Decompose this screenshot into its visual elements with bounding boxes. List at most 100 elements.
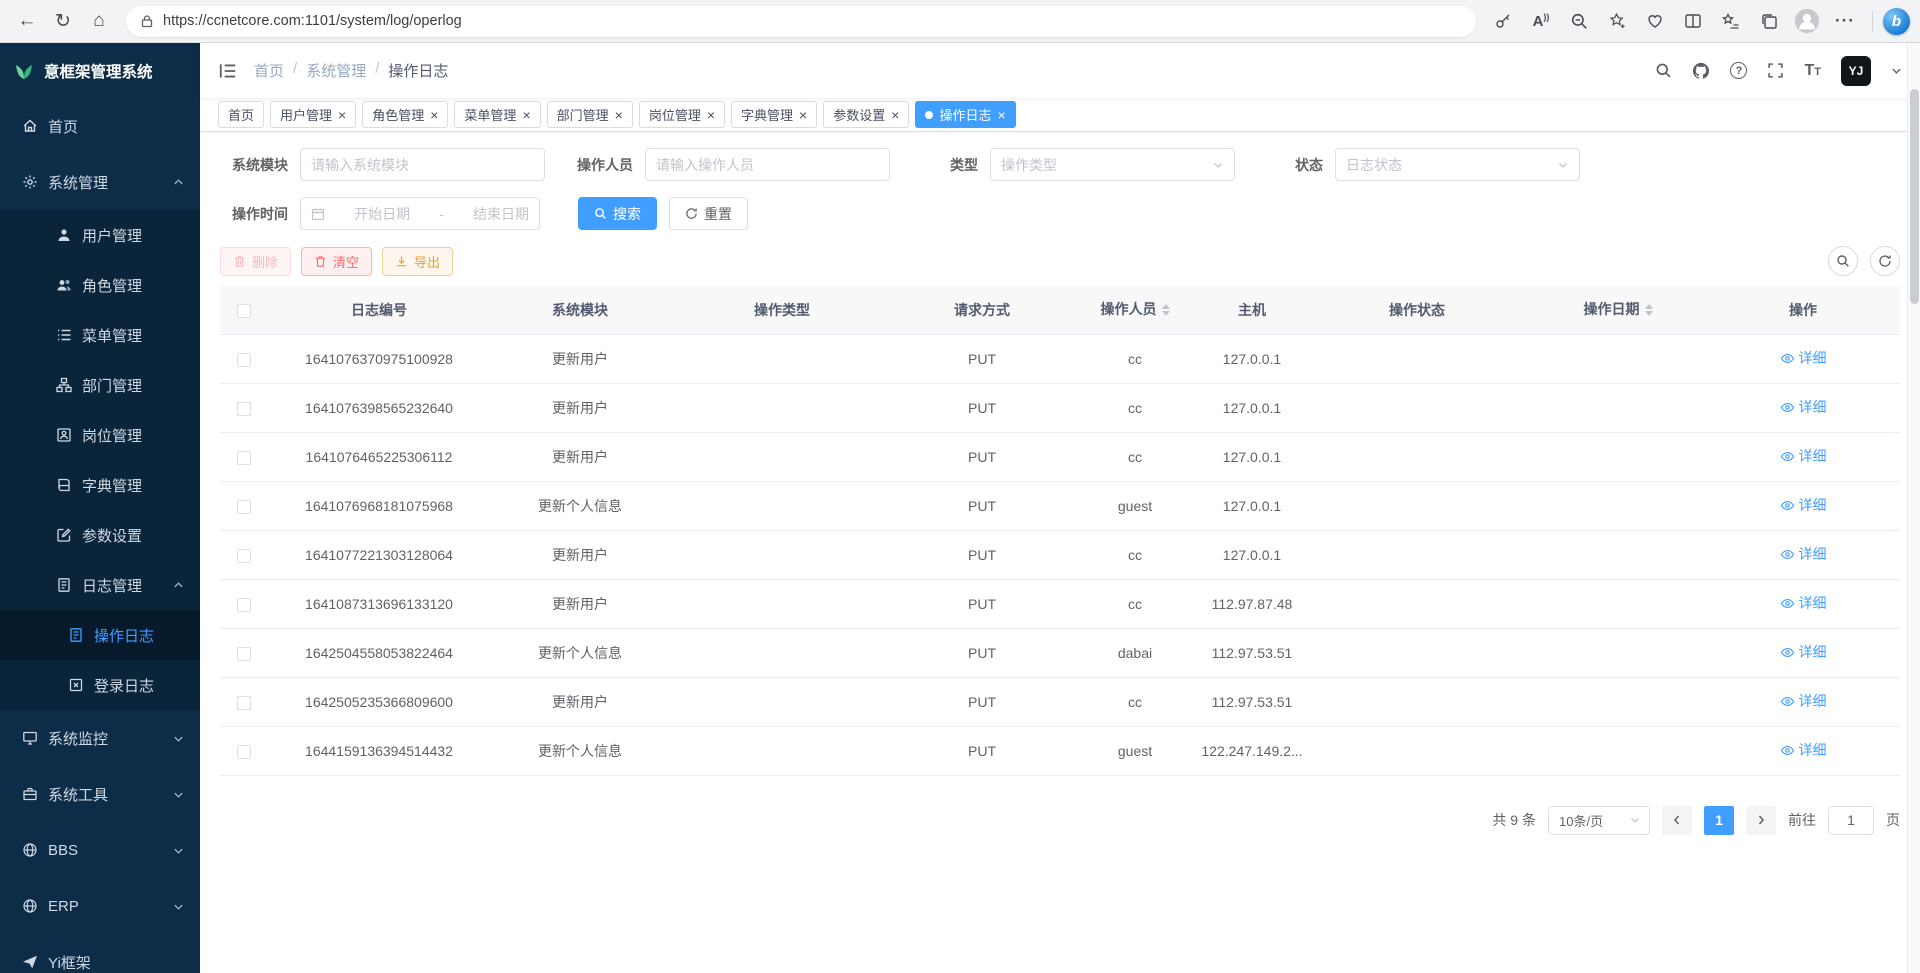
goto-page-input[interactable] xyxy=(1828,806,1874,835)
column-header-operator[interactable]: 操作人员 xyxy=(1070,286,1200,334)
column-header-date[interactable]: 操作日期 xyxy=(1530,286,1706,334)
row-checkbox[interactable] xyxy=(237,696,251,710)
date-range-picker[interactable]: 开始日期 - 结束日期 xyxy=(300,197,540,230)
sidebar-toggle-icon[interactable] xyxy=(218,61,238,81)
sidebar-item-monitor[interactable]: 系统监控 xyxy=(0,710,200,766)
next-page-button[interactable] xyxy=(1746,806,1776,835)
fullscreen-icon[interactable] xyxy=(1767,62,1784,79)
delete-button[interactable]: 删除 xyxy=(220,247,291,276)
row-checkbox[interactable] xyxy=(237,647,251,661)
tag-tab-post[interactable]: 岗位管理× xyxy=(639,101,725,128)
page-number-button[interactable]: 1 xyxy=(1704,806,1734,835)
detail-link[interactable]: 详细 xyxy=(1780,544,1827,564)
tag-tab-home[interactable]: 首页 xyxy=(218,101,264,128)
browser-home-button[interactable]: ⌂ xyxy=(82,4,116,38)
prev-page-button[interactable] xyxy=(1662,806,1692,835)
reset-button[interactable]: 重置 xyxy=(669,197,748,230)
scrollbar-thumb[interactable] xyxy=(1910,89,1919,304)
row-checkbox[interactable] xyxy=(237,402,251,416)
sidebar-item-user-mgmt[interactable]: 用户管理 xyxy=(0,210,200,260)
operator-input[interactable] xyxy=(656,157,879,173)
detail-link[interactable]: 详细 xyxy=(1780,495,1827,515)
sidebar-item-operation-log[interactable]: 操作日志 xyxy=(0,610,200,660)
refresh-table-button[interactable] xyxy=(1870,246,1900,276)
sidebar-item-login-log[interactable]: 登录日志 xyxy=(0,660,200,710)
sidebar-item-erp[interactable]: ERP xyxy=(0,878,200,934)
sort-carets-icon[interactable] xyxy=(1162,300,1170,320)
status-select[interactable]: 日志状态 xyxy=(1335,148,1580,181)
breadcrumb-item[interactable]: 系统管理 xyxy=(306,60,366,81)
tag-tab-user[interactable]: 用户管理× xyxy=(270,101,356,128)
header-search-icon[interactable] xyxy=(1655,62,1672,79)
tag-tab-dict[interactable]: 字典管理× xyxy=(731,101,817,128)
sidebar-item-post-mgmt[interactable]: 岗位管理 xyxy=(0,410,200,460)
sidebar-item-menu-mgmt[interactable]: 菜单管理 xyxy=(0,310,200,360)
row-checkbox[interactable] xyxy=(237,549,251,563)
sidebar-item-dict-mgmt[interactable]: 字典管理 xyxy=(0,460,200,510)
bing-copilot-icon[interactable]: b xyxy=(1883,8,1910,35)
sidebar-item-bbs[interactable]: BBS xyxy=(0,822,200,878)
sort-carets-icon[interactable] xyxy=(1645,300,1653,320)
breadcrumb-item[interactable]: 首页 xyxy=(254,60,284,81)
split-screen-icon[interactable] xyxy=(1676,4,1710,38)
detail-link[interactable]: 详细 xyxy=(1780,642,1827,662)
address-bar[interactable]: https://ccnetcore.com:1101/system/log/op… xyxy=(126,6,1476,37)
favorites-bar-icon[interactable] xyxy=(1714,4,1748,38)
tag-tab-dept[interactable]: 部门管理× xyxy=(547,101,633,128)
tag-tab-menu[interactable]: 菜单管理× xyxy=(454,101,540,128)
close-icon[interactable]: × xyxy=(615,108,623,122)
zoom-out-icon[interactable] xyxy=(1562,4,1596,38)
module-input[interactable] xyxy=(311,157,534,173)
sidebar-item-log-mgmt[interactable]: 日志管理 xyxy=(0,560,200,610)
close-icon[interactable]: × xyxy=(522,108,530,122)
close-icon[interactable]: × xyxy=(997,108,1005,122)
close-icon[interactable]: × xyxy=(338,108,346,122)
close-icon[interactable]: × xyxy=(891,108,899,122)
avatar-caret-icon[interactable] xyxy=(1891,65,1902,76)
browser-essentials-icon[interactable] xyxy=(1638,4,1672,38)
close-icon[interactable]: × xyxy=(430,108,438,122)
row-checkbox[interactable] xyxy=(237,598,251,612)
clear-button[interactable]: 清空 xyxy=(301,247,372,276)
tag-tab-operlog-active[interactable]: 操作日志× xyxy=(915,101,1015,128)
sidebar-item-yi-framework[interactable]: Yi框架 xyxy=(0,934,200,973)
detail-link[interactable]: 详细 xyxy=(1780,593,1827,613)
sidebar-item-param-settings[interactable]: 参数设置 xyxy=(0,510,200,560)
select-all-checkbox[interactable] xyxy=(237,304,251,318)
row-checkbox[interactable] xyxy=(237,500,251,514)
row-checkbox[interactable] xyxy=(237,745,251,759)
detail-link[interactable]: 详细 xyxy=(1780,740,1827,760)
page-size-select[interactable]: 10条/页 xyxy=(1548,806,1650,835)
export-button[interactable]: 导出 xyxy=(382,247,453,276)
collections-icon[interactable] xyxy=(1752,4,1786,38)
user-avatar-logo[interactable]: YJ xyxy=(1841,56,1871,86)
row-checkbox[interactable] xyxy=(237,451,251,465)
help-icon[interactable]: ? xyxy=(1730,62,1747,79)
close-icon[interactable]: × xyxy=(707,108,715,122)
browser-profile-avatar[interactable] xyxy=(1790,4,1824,38)
search-button[interactable]: 搜索 xyxy=(578,197,657,230)
detail-link[interactable]: 详细 xyxy=(1780,691,1827,711)
refresh-button[interactable]: ↻ xyxy=(46,4,80,38)
close-icon[interactable]: × xyxy=(799,108,807,122)
sidebar-item-role-mgmt[interactable]: 角色管理 xyxy=(0,260,200,310)
font-size-icon[interactable]: TT xyxy=(1804,62,1821,80)
detail-link[interactable]: 详细 xyxy=(1780,397,1827,417)
tag-tab-role[interactable]: 角色管理× xyxy=(362,101,448,128)
github-icon[interactable] xyxy=(1692,62,1710,80)
tag-tab-param[interactable]: 参数设置× xyxy=(823,101,909,128)
detail-link[interactable]: 详细 xyxy=(1780,446,1827,466)
browser-menu-icon[interactable]: ··· xyxy=(1828,4,1862,38)
back-button[interactable]: ← xyxy=(10,4,44,38)
sidebar-item-dept-mgmt[interactable]: 部门管理 xyxy=(0,360,200,410)
type-select[interactable]: 操作类型 xyxy=(990,148,1235,181)
toggle-search-button[interactable] xyxy=(1828,246,1858,276)
sidebar-item-system[interactable]: 系统管理 xyxy=(0,154,200,210)
read-aloud-icon[interactable]: A)) xyxy=(1524,4,1558,38)
detail-link[interactable]: 详细 xyxy=(1780,348,1827,368)
sidebar-item-home[interactable]: 首页 xyxy=(0,98,200,154)
sidebar-item-tools[interactable]: 系统工具 xyxy=(0,766,200,822)
row-checkbox[interactable] xyxy=(237,353,251,367)
add-favorite-icon[interactable] xyxy=(1600,4,1634,38)
password-key-icon[interactable] xyxy=(1486,4,1520,38)
